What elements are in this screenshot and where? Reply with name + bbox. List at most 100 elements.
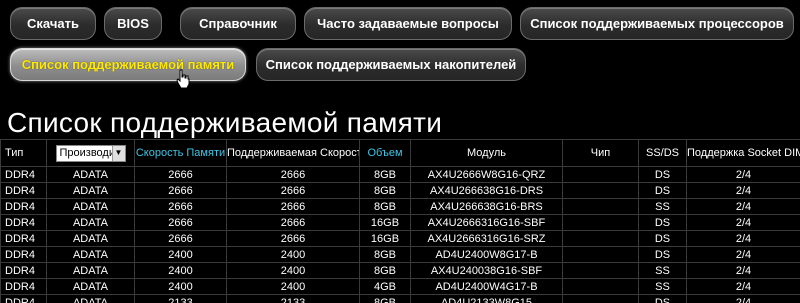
cell-speed: 2133 [134,294,227,303]
cell-size: 8GB [359,198,411,215]
cell-module: AD4U2400W4G17-B [410,278,563,295]
tab-manual[interactable]: Справочник [180,7,296,40]
memory-support-table: Тип Производи ▼ Скорость Памяти Поддержи… [0,139,800,303]
cell-chip [562,246,639,263]
cell-module: AD4U2400W8G17-B [410,246,563,263]
cell-ssds: DS [638,214,687,231]
memory-support-table-wrapper: Тип Производи ▼ Скорость Памяти Поддержи… [0,139,800,303]
cell-module: AX4U266638G16-BRS [410,198,563,215]
cell-vendor: ADATA [46,198,135,215]
cell-type: DDR4 [0,230,47,247]
table-row: DDR4 ADATA 2666 2666 8GB AX4U2666W8G16-QRZ DS 2… [0,166,800,183]
cell-speed: 2400 [134,246,227,263]
column-header-type: Тип [0,139,47,167]
cell-ssds: DS [638,246,687,263]
table-header-row: Тип Производи ▼ Скорость Памяти Поддержи… [0,139,800,167]
column-header-supported-speed: Поддерживаемая Скорость [226,139,360,167]
cell-dimm-support: 2/4 [686,230,800,247]
cell-vendor: ADATA [46,262,135,279]
tab-storage-support-list[interactable]: Список поддерживаемых накопителей [256,48,526,81]
cell-chip [562,230,639,247]
hand-cursor-icon [176,69,190,89]
column-header-speed[interactable]: Скорость Памяти [134,139,227,167]
column-header-module: Модуль [410,139,563,167]
cell-chip [562,294,639,303]
cell-module: AX4U2666W8G16-QRZ [410,166,563,183]
tab-faq[interactable]: Часто задаваемые вопросы [304,7,512,40]
cell-vendor: ADATA [46,278,135,295]
cell-chip [562,198,639,215]
tab-cpu-support-list[interactable]: Список поддерживаемых процессоров [520,7,794,40]
cell-supported-speed: 2400 [226,246,360,263]
cell-chip [562,182,639,199]
table-row: DDR4 ADATA 2133 2133 8GB AD4U2133W8G15 DS 2/4 [0,294,800,303]
cell-vendor: ADATA [46,214,135,231]
table-row: DDR4 ADATA 2666 2666 8GB AX4U266638G16-BRS SS 2… [0,198,800,215]
cell-speed: 2666 [134,214,227,231]
cell-dimm-support: 2/4 [686,246,800,263]
cell-ssds: DS [638,182,687,199]
cell-type: DDR4 [0,182,47,199]
cell-size: 8GB [359,294,411,303]
cell-chip [562,166,639,183]
cell-chip [562,214,639,231]
cell-speed: 2666 [134,230,227,247]
cell-supported-speed: 2666 [226,198,360,215]
column-header-chip: Чип [562,139,639,167]
table-row: DDR4 ADATA 2400 2400 8GB AX4U240038G16-SBF SS 2… [0,262,800,279]
tab-bios[interactable]: BIOS [104,7,162,40]
cell-size: 8GB [359,166,411,183]
cell-size: 8GB [359,182,411,199]
cell-module: AX4U2666316G16-SRZ [410,230,563,247]
tab-memory-support-list[interactable]: Список поддерживаемой памяти [10,48,246,81]
column-header-vendor: Производи ▼ [46,139,135,167]
cell-speed: 2400 [134,262,227,279]
cell-vendor: ADATA [46,182,135,199]
cell-size: 16GB [359,214,411,231]
cell-supported-speed: 2666 [226,230,360,247]
cell-type: DDR4 [0,246,47,263]
cell-chip [562,262,639,279]
cell-speed: 2400 [134,278,227,295]
cell-supported-speed: 2666 [226,182,360,199]
cell-dimm-support: 2/4 [686,198,800,215]
cell-supported-speed: 2400 [226,278,360,295]
page-title: Список поддерживаемой памяти [7,107,443,138]
cell-speed: 2666 [134,166,227,183]
cell-ssds: SS [638,262,687,279]
cell-speed: 2666 [134,182,227,199]
tab-download[interactable]: Скачать [10,7,96,40]
cell-size: 8GB [359,262,411,279]
column-header-ssds: SS/DS [638,139,687,167]
cell-ssds: SS [638,198,687,215]
cell-supported-speed: 2133 [226,294,360,303]
cell-supported-speed: 2400 [226,262,360,279]
cell-ssds: SS [638,278,687,295]
cell-module: AX4U266638G16-DRS [410,182,563,199]
top-navigation: Скачать BIOS Справочник Часто задаваемые… [0,0,800,95]
cell-module: AD4U2133W8G15 [410,294,563,303]
table-row: DDR4 ADATA 2666 2666 16GB AX4U2666316G16-SBF D… [0,214,800,231]
vendor-filter-value: Производи [59,147,116,159]
cell-dimm-support: 2/4 [686,182,800,199]
vendor-filter-select[interactable]: Производи ▼ [55,144,126,162]
column-header-size[interactable]: Объем [359,139,411,167]
cell-module: AX4U240038G16-SBF [410,262,563,279]
dropdown-arrow-icon: ▼ [111,145,125,161]
cell-dimm-support: 2/4 [686,278,800,295]
table-row: DDR4 ADATA 2666 2666 8GB AX4U266638G16-DRS DS 2… [0,182,800,199]
cell-type: DDR4 [0,198,47,215]
table-row: DDR4 ADATA 2400 2400 4GB AD4U2400W4G17-B SS 2/4 [0,278,800,295]
cell-chip [562,278,639,295]
cell-ssds: DS [638,166,687,183]
table-body: DDR4 ADATA 2666 2666 8GB AX4U2666W8G16-QRZ DS 2… [0,166,800,303]
cell-size: 8GB [359,246,411,263]
cell-dimm-support: 2/4 [686,166,800,183]
column-header-dimm-support: Поддержка Socket DIMM [686,139,800,167]
cell-type: DDR4 [0,166,47,183]
cell-dimm-support: 2/4 [686,262,800,279]
table-row: DDR4 ADATA 2666 2666 16GB AX4U2666316G16-SRZ D… [0,230,800,247]
cell-type: DDR4 [0,278,47,295]
table-row: DDR4 ADATA 2400 2400 8GB AD4U2400W8G17-B DS 2/4 [0,246,800,263]
cell-size: 4GB [359,278,411,295]
